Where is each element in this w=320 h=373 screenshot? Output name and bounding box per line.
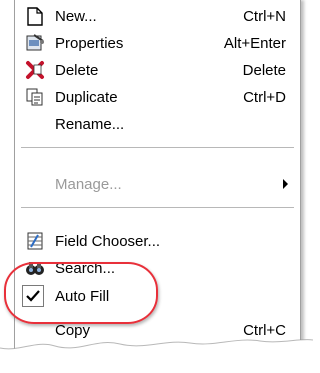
highlight-oval [4, 262, 158, 324]
duplicate-icon [25, 87, 45, 107]
submenu-arrow-icon [283, 179, 288, 189]
menu-item-delete[interactable]: Delete Delete [15, 58, 300, 82]
menu-item-label: Rename... [55, 115, 125, 133]
menu-item-shortcut: Ctrl+N [243, 7, 286, 25]
menu-item-label: Duplicate [55, 88, 118, 106]
menu-item-label: Field Chooser... [55, 232, 161, 250]
field-chooser-icon [25, 231, 45, 251]
menu-item-rename[interactable]: Rename... [15, 112, 300, 136]
menu-item-field-chooser[interactable]: Field Chooser... [15, 229, 300, 253]
menu-item-shortcut: Ctrl+D [243, 88, 286, 106]
delete-x-icon [25, 60, 45, 80]
properties-icon [25, 33, 45, 53]
menu-item-new[interactable]: New... Ctrl+N [15, 4, 300, 28]
torn-edge-decoration [0, 339, 313, 373]
menu-separator [21, 207, 294, 209]
menu-separator [21, 147, 294, 149]
menu-item-shortcut: Alt+Enter [223, 34, 286, 52]
menu-item-label: Delete [55, 61, 99, 79]
menu-item-label: Properties [55, 34, 124, 52]
menu-item-shortcut: Delete [242, 61, 286, 79]
menu-item-duplicate[interactable]: Duplicate Ctrl+D [15, 85, 300, 109]
new-document-icon [25, 6, 45, 26]
menu-item-label: New... [55, 7, 97, 25]
menu-item-label: Manage... [55, 175, 122, 193]
menu-item-properties[interactable]: Properties Alt+Enter [15, 31, 300, 55]
menu-item-manage[interactable]: Manage... [15, 172, 300, 196]
